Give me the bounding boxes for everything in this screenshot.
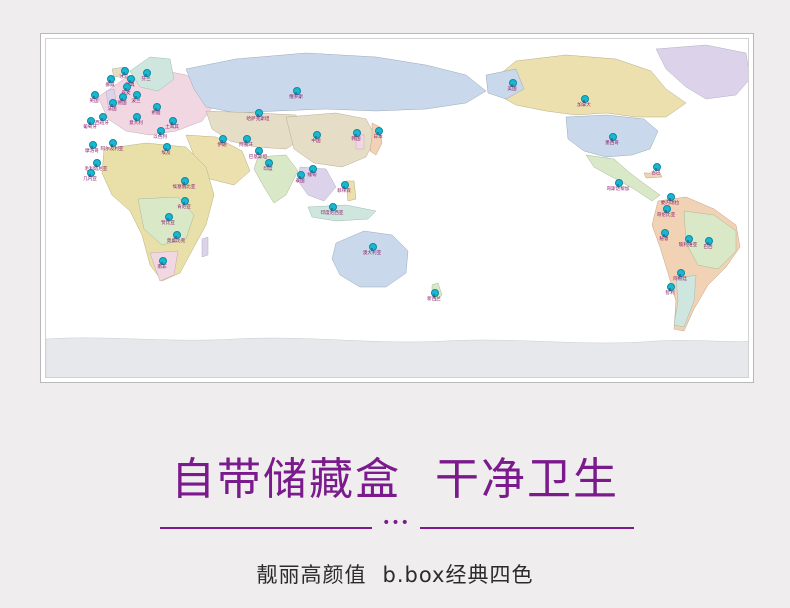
country-label: 澳大利亚 xyxy=(362,251,382,256)
country-label: 古巴 xyxy=(651,171,661,176)
headline: 自带储藏盒 干净卫生 xyxy=(0,452,790,508)
country-label: 菲律宾 xyxy=(337,189,351,194)
country-label: 哥伦比亚 xyxy=(656,213,676,218)
world-map: 冰岛挪威瑞典芬兰英国丹麦德国法国波兰葡萄牙西班牙意大利希腊土耳其以色列埃及阿尔及… xyxy=(45,38,749,378)
country-label: 几内亚 xyxy=(83,177,97,182)
country-label: 墨西哥 xyxy=(605,141,619,146)
country-label: 美国 xyxy=(507,87,517,92)
headline-left: 自带储藏盒 xyxy=(171,454,401,505)
country-label: 加拿大 xyxy=(577,103,591,108)
country-label: 芬兰 xyxy=(141,77,151,82)
country-label: 印度尼西亚 xyxy=(320,211,344,216)
russia-shape xyxy=(185,52,487,114)
country-label: 莫桑比克 xyxy=(166,239,186,244)
country-label: 阿根廷 xyxy=(673,277,687,282)
country-label: 摩洛哥 xyxy=(85,149,99,154)
country-label: 土耳其 xyxy=(165,125,179,130)
country-label: 新西兰 xyxy=(427,297,441,302)
country-label: 埃塞俄比亚 xyxy=(172,185,196,190)
world-map-frame: 冰岛挪威瑞典芬兰英国丹麦德国法国波兰葡萄牙西班牙意大利希腊土耳其以色列埃及阿尔及… xyxy=(40,33,754,383)
country-label: 巴西 xyxy=(703,245,713,250)
subline-left: 靓丽高颜值 xyxy=(256,563,367,587)
country-label: 智利 xyxy=(665,291,675,296)
country-label: 巴基斯坦 xyxy=(248,155,268,160)
subline: 靓丽高颜值 b.box经典四色 xyxy=(0,560,790,590)
antarctica-shape xyxy=(46,337,748,377)
country-label: 伊朗 xyxy=(217,143,227,148)
country-label: 赞比亚 xyxy=(161,221,175,226)
country-label: 哈萨克斯坦 xyxy=(246,117,270,122)
country-label: 埃及 xyxy=(161,151,171,156)
country-label: 泰国 xyxy=(295,179,305,184)
country-label: 俄罗斯 xyxy=(289,95,303,100)
subline-right: b.box经典四色 xyxy=(382,563,534,587)
country-label: 希腊 xyxy=(151,111,161,116)
world-map-canvas xyxy=(46,44,748,377)
headline-right: 干净卫生 xyxy=(435,454,619,505)
country-label: 以色列 xyxy=(153,135,167,140)
greenland-shape xyxy=(655,44,748,100)
country-label: 日本 xyxy=(373,135,383,140)
country-label: 南非 xyxy=(157,265,167,270)
divider-dots: ••• xyxy=(372,516,420,532)
country-label: 哥斯达黎加 xyxy=(606,187,630,192)
australia-shape xyxy=(331,230,409,288)
country-label: 肯尼亚 xyxy=(177,205,191,210)
country-label: 毛利塔尼亚 xyxy=(84,167,108,172)
